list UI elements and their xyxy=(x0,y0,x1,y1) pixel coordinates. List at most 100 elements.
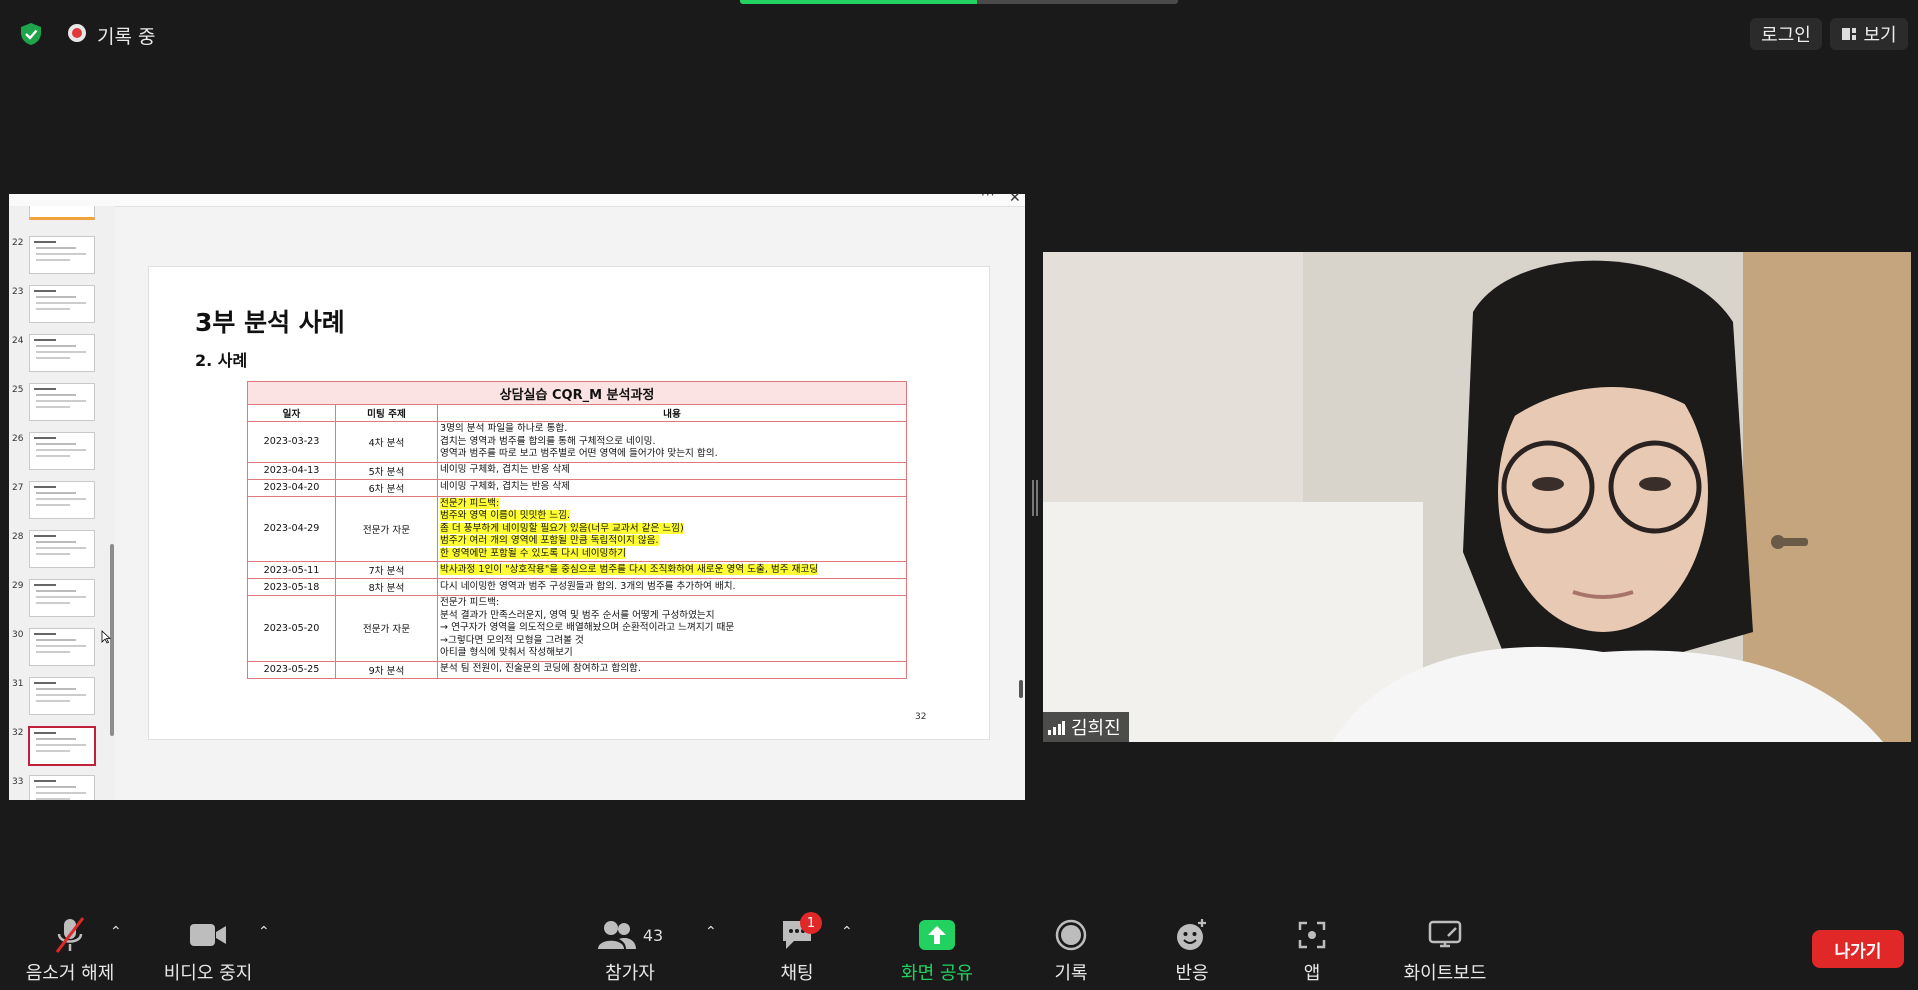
table-row: 2023-03-23 4차 분석 3명의 분석 파일을 하나로 통합. 겹치는 영역과… xyxy=(247,421,907,463)
signal-strength-icon xyxy=(1048,721,1065,735)
participant-video-frame xyxy=(1043,252,1911,742)
row-topic: 6차 분석 xyxy=(335,478,438,497)
video-camera-icon xyxy=(190,924,226,946)
row-date: 2023-04-29 xyxy=(247,495,336,562)
slide-thumbnail-list[interactable]: 22 23 24 25 26 27 28 29 30 31 32 33 xyxy=(9,206,114,800)
whiteboard-button[interactable]: 화이트보드 xyxy=(1380,915,1510,985)
record-button[interactable]: 기록 xyxy=(1006,915,1136,985)
reactions-label: 반응 xyxy=(1175,963,1209,984)
row-content-line: → 연구자가 영역을 의도적으로 배열해놨으며 순환적이라고 느껴지기 때문 xyxy=(440,622,735,633)
row-content-line: 네이밍 구체화, 겹치는 반응 삭제 xyxy=(440,481,570,493)
thumbnail-number: 26 xyxy=(12,434,24,444)
slide-thumbnail[interactable] xyxy=(29,206,95,220)
record-label: 기록 xyxy=(1054,963,1088,984)
shared-screen-titlebar xyxy=(9,194,1025,207)
row-content: 3명의 분석 파일을 하나로 통합. 겹치는 영역과 범주를 합의를 통해 구체적… xyxy=(437,421,907,463)
row-content-line: →그렇다면 모의적 모형을 그려볼 것 xyxy=(440,634,584,646)
table-row: 2023-04-13 5차 분석 네이밍 구체화, 겹치는 반응 삭제 xyxy=(247,461,907,480)
whiteboard-icon xyxy=(1428,920,1462,948)
security-shield-icon[interactable] xyxy=(20,22,42,46)
share-screen-icon xyxy=(919,920,955,950)
chat-options-caret-icon[interactable]: ⌃ xyxy=(841,924,853,940)
video-options-caret-icon[interactable]: ⌃ xyxy=(258,924,270,940)
slide-thumbnail[interactable] xyxy=(29,775,95,800)
view-layout-icon xyxy=(1842,28,1857,40)
thumbnail-number: 25 xyxy=(12,385,24,395)
row-content-line: 전문가 피드백: xyxy=(440,597,500,608)
share-screen-button[interactable]: 화면 공유 xyxy=(872,915,1002,985)
participants-icon xyxy=(597,921,636,949)
participants-label: 참가자 xyxy=(605,963,655,984)
thumbnail-number: 23 xyxy=(12,287,24,297)
row-content: 다시 네이밍한 영역과 범주 구성원들과 합의. 3개의 범주를 추가하여 배치… xyxy=(437,578,907,596)
slide-thumbnail[interactable] xyxy=(29,628,95,666)
row-date: 2023-05-18 xyxy=(247,578,336,596)
apps-label: 앱 xyxy=(1303,963,1321,984)
recording-label[interactable]: 기록 중 xyxy=(97,22,155,49)
table-row: 2023-05-25 9차 분석 분석 팀 전원이, 진술문의 코딩에 참여하고 합… xyxy=(247,660,907,679)
table-body: 2023-03-23 4차 분석 3명의 분석 파일을 하나로 통합. 겹치는 영역과… xyxy=(247,421,907,679)
slide-subtitle: 2. 사례 xyxy=(195,351,248,370)
top-progress-fill xyxy=(740,0,977,4)
row-content-line: 영역과 범주를 따로 보고 범주별로 어떤 영역에 들어가야 맞는지 합의. xyxy=(440,448,718,459)
apps-button[interactable]: 앱 xyxy=(1247,915,1377,985)
leave-meeting-button[interactable]: 나가기 xyxy=(1812,930,1904,968)
audio-options-caret-icon[interactable]: ⌃ xyxy=(110,924,122,940)
muted-microphone-icon xyxy=(55,917,85,953)
slide-thumbnail[interactable] xyxy=(29,383,95,421)
slide-thumbnail[interactable] xyxy=(29,677,95,715)
row-topic: 7차 분석 xyxy=(335,561,438,579)
chat-unread-badge: 1 xyxy=(800,912,822,934)
thumbnail-number: 28 xyxy=(12,532,24,542)
slide-thumbnail[interactable] xyxy=(29,579,95,617)
slide-thumbnail[interactable] xyxy=(28,726,96,766)
stop-video-button[interactable]: 비디오 중지 xyxy=(143,915,273,985)
row-topic: 전문가 자문 xyxy=(335,595,438,662)
top-progress-strip xyxy=(740,0,1178,4)
panel-splitter-handle[interactable] xyxy=(1032,480,1038,516)
thumbnail-number: 22 xyxy=(12,238,24,248)
row-date: 2023-05-11 xyxy=(247,561,336,579)
row-content-line: 3명의 분석 파일을 하나로 통합. xyxy=(440,423,568,434)
reactions-button[interactable]: 반응 xyxy=(1127,915,1257,985)
row-date: 2023-05-20 xyxy=(247,595,336,662)
thumbnail-number: 30 xyxy=(12,630,24,640)
row-content-line: 다시 네이밍한 영역과 범주 구성원들과 합의. 3개의 범주를 추가하여 배치… xyxy=(440,580,736,592)
slide-thumbnail[interactable] xyxy=(29,432,95,470)
participant-name: 김희진 xyxy=(1071,718,1121,739)
participants-count: 43 xyxy=(642,925,664,945)
view-button[interactable]: 보기 xyxy=(1830,18,1908,50)
slide-thumbnail[interactable] xyxy=(29,481,95,519)
row-content-line: 한 영역에만 포함될 수 있도록 다시 네이밍하기 xyxy=(440,547,626,559)
slide-thumbnail[interactable] xyxy=(29,285,95,323)
close-icon[interactable]: ✕ xyxy=(1009,190,1021,206)
whiteboard-label: 화이트보드 xyxy=(1403,963,1487,984)
row-content-line: 범주가 여러 개의 영역에 포함될 만큼 독립적이지 않음. xyxy=(440,535,659,546)
participant-video[interactable] xyxy=(1043,252,1911,742)
row-content-line: 박사과정 1인이 "상호작용"을 중심으로 범주를 다시 조직화하여 새로운 영… xyxy=(440,563,819,575)
row-content-line: 겹치는 영역과 범주를 합의를 통해 구체적으로 네이밍. xyxy=(440,435,656,447)
table-row: 2023-04-29 전문가 자문 전문가 피드백: 범주와 영역 이름이 밋밋한 느… xyxy=(247,495,907,562)
recording-dot-icon xyxy=(68,24,86,42)
row-content-line: 범주와 영역 이름이 밋밋한 느낌. xyxy=(440,510,570,521)
more-icon[interactable]: ··· xyxy=(981,188,995,202)
row-topic: 5차 분석 xyxy=(335,461,438,480)
slide-title: 3부 분석 사례 xyxy=(195,308,345,337)
login-button[interactable]: 로그인 xyxy=(1750,18,1822,50)
share-screen-label: 화면 공유 xyxy=(901,963,973,984)
record-icon xyxy=(1055,919,1087,951)
table-header-date: 일자 xyxy=(247,404,336,422)
participants-options-caret-icon[interactable]: ⌃ xyxy=(705,924,717,940)
chat-label: 채팅 xyxy=(780,963,814,984)
row-content: 네이밍 구체화, 겹치는 반응 삭제 xyxy=(437,478,907,497)
thumbnail-number: 33 xyxy=(12,777,24,787)
slide-scroll-indicator[interactable] xyxy=(1019,680,1023,698)
slide-thumbnail[interactable] xyxy=(29,530,95,568)
participants-button[interactable]: 43 참가자 xyxy=(565,915,695,985)
table-row: 2023-05-20 전문가 자문 전문가 피드백: 분석 결과가 만족스러운지, 영… xyxy=(247,595,907,662)
slide-thumbnail[interactable] xyxy=(29,334,95,372)
row-topic: 전문가 자문 xyxy=(335,495,438,562)
row-content-line: 아티클 형식에 맞춰서 작성해보기 xyxy=(440,647,573,658)
slide-thumbnail[interactable] xyxy=(29,236,95,274)
slide-page-number: 32 xyxy=(915,712,927,722)
